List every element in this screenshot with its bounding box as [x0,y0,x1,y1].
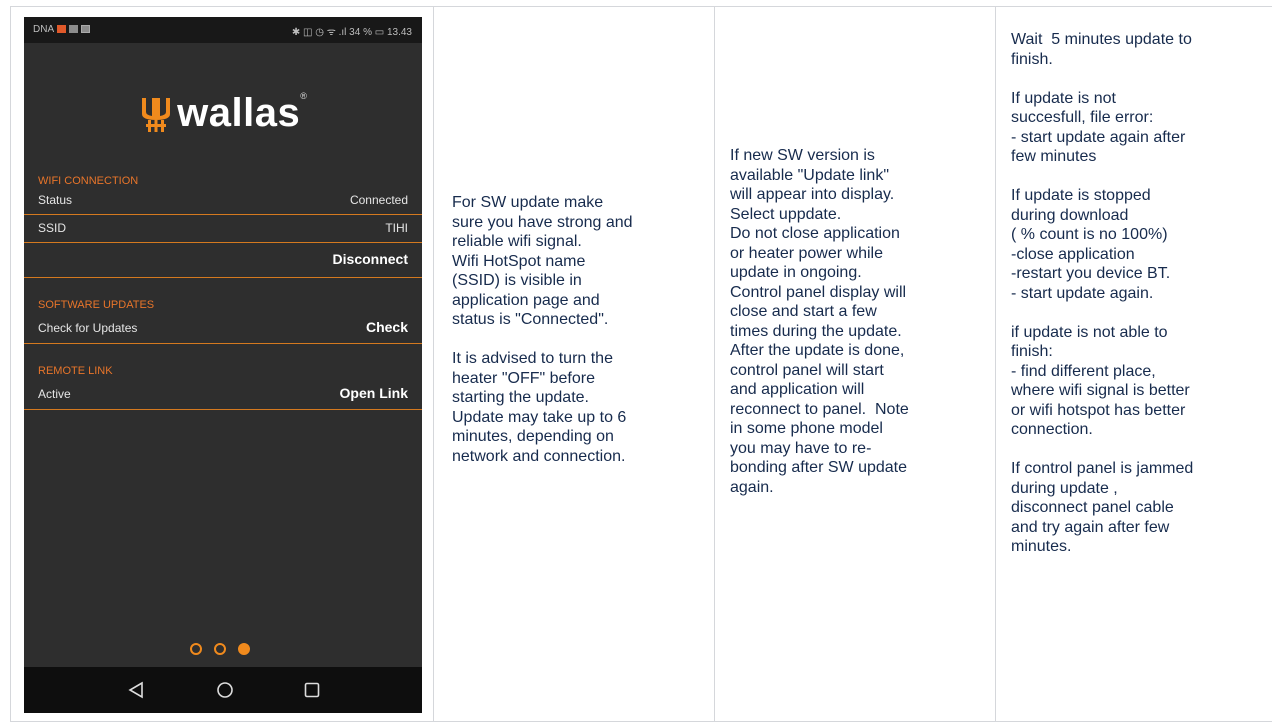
wifi-section-title: WIFI CONNECTION [38,175,139,187]
update-process-instructions: If new SW version is available "Update l… [730,147,909,496]
status-right: ✱ ◫ ◷ ᯤ .ıl 34 % ▭ 13.43 [291,27,412,38]
carrier-label: DNA [33,24,55,35]
status-left: DNA [33,24,91,35]
active-label: Active [38,387,71,401]
troubleshooting-instructions: Wait 5 minutes update to finish. If upda… [1011,31,1194,555]
back-icon[interactable] [128,681,144,699]
instructions-column-1: For SW update make sure you have strong … [433,6,715,722]
page-indicator [190,640,262,658]
ssid-value: TIHI [385,221,408,235]
check-updates-label: Check for Updates [38,321,138,335]
divider [24,277,422,278]
screenshot-cell: DNA ✱ ◫ ◷ ᯤ .ıl 34 % ▭ 13.43 wallas® WIF… [10,6,434,722]
divider [24,409,422,410]
page-dot-3-active[interactable] [238,642,250,655]
wallas-logo: wallas® [24,91,422,136]
open-link-button[interactable]: Open Link [340,385,408,401]
status-label: Status [38,193,73,207]
instructions-column-2: If new SW version is available "Update l… [714,6,996,722]
notification-icon [57,25,67,33]
instructions-column-3: Wait 5 minutes update to finish. If upda… [995,6,1272,722]
divider [24,242,422,243]
status-value: Connected [349,193,408,207]
brand-name: wallas [177,91,301,135]
software-section-title: SOFTWARE UPDATES [38,299,155,311]
navigation-bar [24,667,422,713]
home-icon[interactable] [216,681,234,699]
page-dot-2[interactable] [214,642,226,655]
ssid-label: SSID [38,221,67,235]
wifi-signal-instructions: For SW update make sure you have strong … [452,194,633,465]
status-bar: DNA ✱ ◫ ◷ ᯤ .ıl 34 % ▭ 13.43 [24,17,422,43]
wifi-status-row: Status Connected [38,189,408,211]
wallas-logo-icon [142,97,171,132]
remote-link-row: Active Open Link [38,383,408,405]
check-button[interactable]: Check [366,319,408,335]
notification-icon [69,25,79,33]
divider [24,343,422,344]
divider [24,214,422,215]
disconnect-button[interactable]: Disconnect [333,251,408,267]
registered-mark: ® [300,91,307,101]
phone-screenshot: DNA ✱ ◫ ◷ ᯤ .ıl 34 % ▭ 13.43 wallas® WIF… [24,17,422,713]
page-dot-1[interactable] [190,642,202,655]
ssid-row: SSID TIHI [38,217,408,239]
remote-section-title: REMOTE LINK [38,365,113,377]
recents-icon[interactable] [304,681,320,699]
instructions-table: DNA ✱ ◫ ◷ ᯤ .ıl 34 % ▭ 13.43 wallas® WIF… [10,6,1272,722]
disconnect-row: Disconnect [38,249,408,271]
check-updates-row: Check for Updates Check [38,317,408,339]
gallery-icon [81,25,91,33]
